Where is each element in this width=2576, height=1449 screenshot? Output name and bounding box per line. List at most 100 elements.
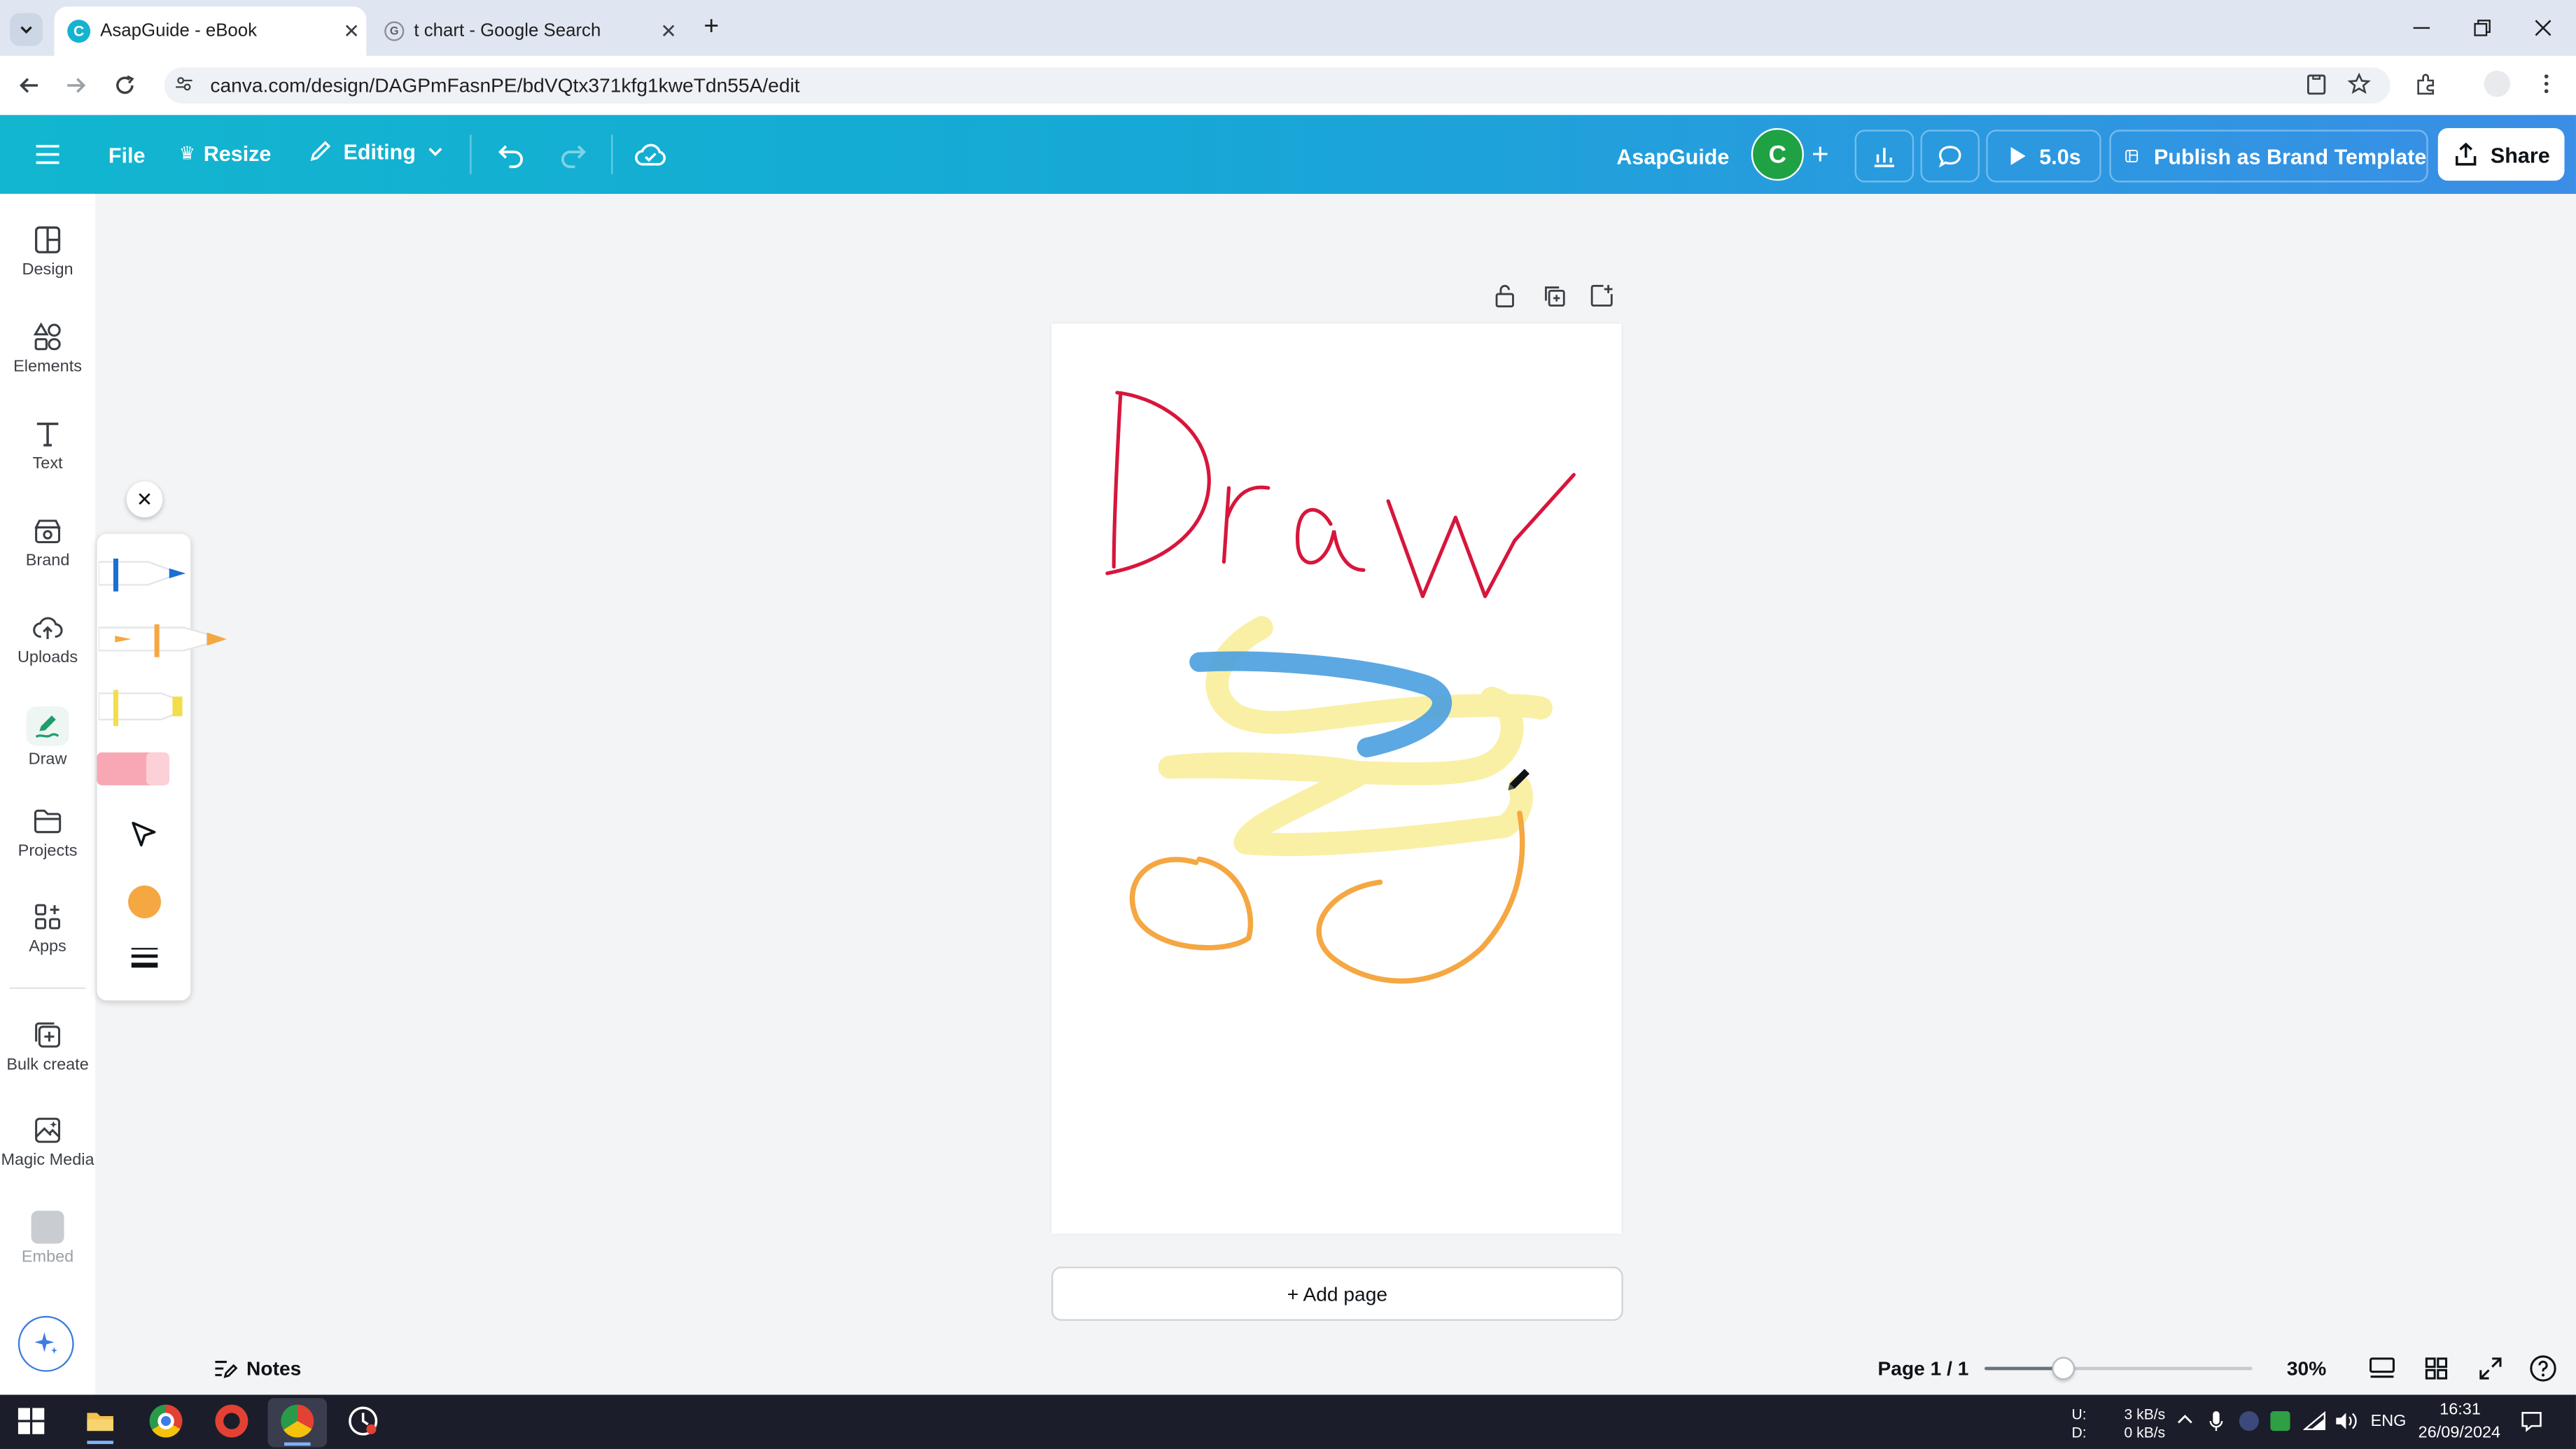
eraser-tool[interactable] (97, 749, 172, 788)
chrome-app[interactable] (149, 1404, 183, 1438)
browser-menu-icon[interactable] (2538, 72, 2554, 95)
page-indicator[interactable]: Page 1 / 1 (1878, 1357, 1969, 1380)
page-lock-button[interactable] (1492, 283, 1518, 309)
app-tray-icon[interactable] (2239, 1410, 2259, 1432)
marker-tool[interactable] (98, 617, 230, 660)
close-draw-panel-button[interactable]: ✕ (126, 481, 163, 518)
sidebar-item-projects[interactable]: Projects (0, 805, 95, 861)
new-tab-button[interactable]: + (696, 13, 726, 43)
crown-icon: ♛ (178, 144, 195, 164)
browser-tab-google[interactable]: G t chart - Google Search ✕ (371, 6, 683, 55)
input-language[interactable]: ENG (2371, 1413, 2407, 1431)
file-explorer-app[interactable] (84, 1405, 117, 1444)
fullscreen-button[interactable] (2476, 1354, 2505, 1383)
chrome-active-app[interactable] (267, 1398, 328, 1448)
forward-button[interactable] (56, 66, 95, 105)
clock-app[interactable] (346, 1405, 379, 1438)
user-avatar[interactable]: C (1751, 128, 1804, 181)
sidebar-item-label: Magic Media (1, 1152, 94, 1170)
green-tray-icon[interactable] (2270, 1410, 2290, 1432)
sidebar-item-uploads[interactable]: Uploads (0, 611, 95, 667)
notification-center-icon[interactable] (2520, 1410, 2543, 1433)
sidebar-item-text[interactable]: Text (0, 417, 95, 473)
sidebar-item-bulk-create[interactable]: Bulk create (0, 1018, 95, 1074)
grid-view-button[interactable] (2421, 1354, 2451, 1383)
browser-tab-asapguide[interactable]: C AsapGuide - eBook ✕ (54, 6, 367, 56)
add-page-icon-button[interactable] (1588, 283, 1615, 309)
bookmark-star-icon[interactable] (2347, 72, 2371, 95)
select-tool[interactable] (128, 818, 161, 851)
zoom-level[interactable]: 30% (2287, 1357, 2326, 1380)
redo-icon (561, 145, 586, 169)
install-app-icon[interactable] (2305, 72, 2328, 95)
drawing-layer (1105, 391, 1576, 984)
project-name[interactable]: AsapGuide (1616, 145, 1729, 169)
sidebar-item-draw[interactable]: Draw (0, 706, 95, 769)
comment-icon (1939, 146, 1961, 168)
design-page[interactable] (1051, 323, 1622, 1234)
cloud-save-button[interactable] (634, 139, 667, 169)
marker-tool-icon (98, 624, 227, 657)
insights-button[interactable] (1854, 130, 1914, 183)
redo-button[interactable] (559, 139, 588, 169)
main-menu-button[interactable] (33, 141, 62, 168)
draw-stroke-a (1296, 507, 1366, 572)
sidebar-item-elements[interactable]: Elements (0, 321, 95, 376)
page-view-button[interactable] (2367, 1354, 2397, 1383)
zoom-slider[interactable] (1984, 1357, 2253, 1380)
publish-brand-template-button[interactable]: Publish as Brand Template (2109, 130, 2428, 183)
site-info-icon[interactable] (174, 74, 194, 94)
close-icon: ✕ (136, 488, 153, 511)
zoom-slider-thumb[interactable] (2052, 1357, 2076, 1380)
close-tab-icon[interactable]: ✕ (654, 20, 683, 43)
back-button[interactable] (10, 66, 49, 105)
bulk-create-icon (35, 1022, 61, 1048)
sidebar-item-embed[interactable]: Embed (0, 1210, 95, 1266)
volume-icon[interactable] (2334, 1411, 2358, 1431)
sidebar-item-brand[interactable]: Brand (0, 514, 95, 570)
resize-button[interactable]: ♛ Resize (179, 141, 272, 166)
clock-date[interactable]: 26/09/2024 (2418, 1424, 2500, 1443)
start-button[interactable] (18, 1408, 45, 1434)
highlighter-tool[interactable] (98, 683, 190, 729)
avatar-letter: C (1768, 140, 1787, 169)
color-picker-swatch[interactable] (128, 885, 161, 918)
restore-button[interactable] (2453, 6, 2512, 49)
pen-tool-icon (98, 558, 186, 592)
clock-time[interactable]: 16:31 (2440, 1401, 2481, 1420)
recorder-app[interactable] (215, 1404, 248, 1438)
invite-button[interactable]: + (1804, 136, 1837, 171)
profile-avatar[interactable] (2484, 70, 2511, 97)
duplicate-page-button[interactable] (1541, 283, 1567, 309)
highlighter-tool-icon (98, 690, 183, 727)
sidebar-item-apps[interactable]: Apps (0, 900, 95, 956)
reload-icon (116, 75, 134, 94)
close-window-button[interactable] (2514, 6, 2572, 49)
notes-button[interactable]: Notes (212, 1355, 301, 1382)
sidebar-item-magic-media[interactable]: Magic Media (0, 1114, 95, 1170)
stroke-weight-button[interactable] (130, 944, 159, 971)
sidebar-item-label: Apps (29, 938, 66, 956)
file-menu-button[interactable]: File (108, 143, 146, 167)
reload-button[interactable] (105, 66, 144, 105)
close-tab-icon[interactable]: ✕ (337, 20, 366, 43)
tray-overflow-icon[interactable] (2177, 1413, 2193, 1426)
magic-assistant-button[interactable] (18, 1315, 74, 1372)
help-button[interactable] (2528, 1354, 2558, 1383)
undo-button[interactable] (496, 139, 526, 169)
pen-tool[interactable] (98, 552, 190, 595)
minimize-button[interactable] (2392, 6, 2451, 49)
editing-mode-dropdown[interactable]: Editing (307, 138, 445, 164)
plus-icon: + (1812, 136, 1829, 170)
url-text[interactable]: canva.com/design/DAGPmFasnPE/bdVQtx371kf… (210, 74, 799, 97)
extensions-icon[interactable] (2415, 72, 2438, 95)
net-upload-label: U: (2071, 1406, 2087, 1423)
sidebar-item-design[interactable]: Design (0, 223, 95, 279)
tab-search-button[interactable] (10, 13, 43, 46)
microphone-icon[interactable] (2208, 1410, 2224, 1433)
add-page-button[interactable]: + Add page (1051, 1266, 1623, 1321)
share-button[interactable]: Share (2437, 128, 2565, 181)
comments-button[interactable] (1920, 130, 1980, 183)
present-button[interactable]: 5.0s (1986, 130, 2101, 183)
wifi-icon[interactable] (2303, 1410, 2326, 1431)
